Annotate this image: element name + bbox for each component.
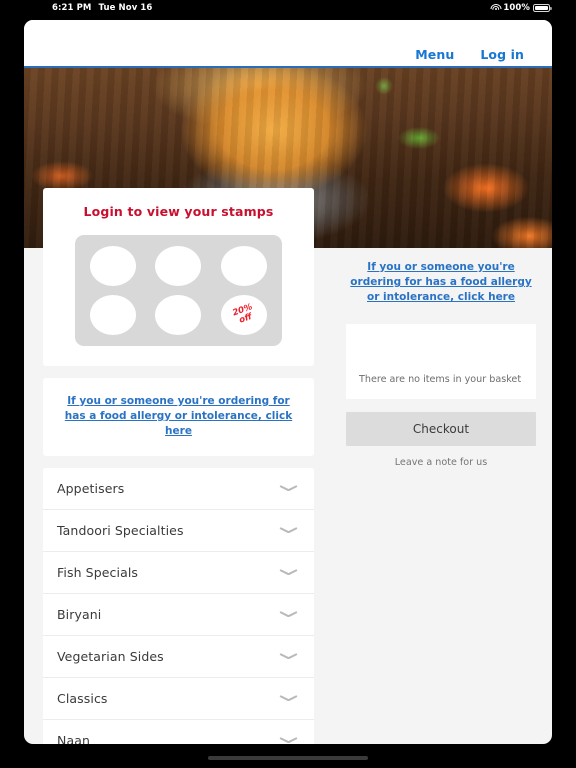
stamp-slot	[221, 246, 268, 286]
status-bar-date: Tue Nov 16	[98, 3, 153, 13]
stamps-grid: 20% off	[75, 235, 282, 346]
category-label: Biryani	[57, 606, 102, 622]
stamps-card: Login to view your stamps 20% off	[43, 188, 314, 366]
stamps-title: Login to view your stamps	[83, 204, 274, 219]
category-label: Fish Specials	[57, 564, 139, 580]
chevron-down-icon[interactable]	[280, 526, 297, 535]
category-row-biryani[interactable]: Biryani	[43, 593, 314, 636]
battery-percent-label: 100%	[503, 3, 530, 13]
allergy-notice-card: If you or someone you're ordering for ha…	[43, 378, 314, 456]
left-column: Login to view your stamps 20% off If you…	[43, 188, 314, 744]
category-row-fish-specials[interactable]: Fish Specials	[43, 551, 314, 594]
battery-full-icon	[533, 4, 552, 12]
site-navbar: Menu Log in	[24, 20, 552, 68]
category-label: Tandoori Specialties	[57, 522, 184, 538]
status-bar: 6:21 PM Tue Nov 16 100%	[0, 0, 576, 16]
menu-category-list: Appetisers Tandoori Specialties Fish Spe…	[43, 467, 314, 744]
stamp-slot	[89, 246, 136, 286]
stamp-slot-reward: 20% off	[221, 295, 268, 335]
nav-menu-link[interactable]: Menu	[415, 47, 454, 62]
home-indicator[interactable]	[208, 756, 368, 760]
status-bar-right: 100%	[490, 3, 552, 13]
chevron-down-icon[interactable]	[280, 484, 297, 493]
reward-badge: 20% off	[231, 302, 257, 326]
reward-line-2: off	[237, 311, 254, 326]
chevron-down-icon[interactable]	[280, 568, 297, 577]
allergy-link[interactable]: If you or someone you're ordering for ha…	[61, 394, 296, 440]
stamp-slot	[89, 295, 136, 335]
leave-note-link[interactable]: Leave a note for us	[346, 457, 536, 468]
nav-login-link[interactable]: Log in	[480, 47, 524, 62]
chevron-down-icon[interactable]	[280, 652, 297, 661]
category-row-vegetarian-sides[interactable]: Vegetarian Sides	[43, 635, 314, 678]
stamp-slot	[155, 246, 202, 286]
basket-panel: There are no items in your basket	[346, 323, 536, 399]
category-row-naan[interactable]: Naan	[43, 719, 314, 744]
category-row-classics[interactable]: Classics	[43, 677, 314, 720]
right-column: If you or someone you're ordering for ha…	[346, 248, 536, 468]
category-row-tandoori-specialties[interactable]: Tandoori Specialties	[43, 509, 314, 552]
chevron-down-icon[interactable]	[280, 736, 297, 744]
basket-empty-message: There are no items in your basket	[359, 373, 522, 385]
category-label: Appetisers	[57, 480, 125, 496]
category-label: Classics	[57, 690, 108, 706]
chevron-down-icon[interactable]	[280, 610, 297, 619]
stamp-slot	[155, 295, 202, 335]
category-label: Vegetarian Sides	[57, 648, 164, 664]
sidebar-allergy-notice: If you or someone you're ordering for ha…	[346, 248, 536, 324]
category-label: Naan	[57, 732, 90, 744]
status-bar-time: 6:21 PM	[52, 3, 92, 13]
checkout-button[interactable]: Checkout	[346, 411, 536, 446]
category-row-appetisers[interactable]: Appetisers	[43, 467, 314, 510]
sidebar-allergy-link[interactable]: If you or someone you're ordering for ha…	[350, 260, 532, 306]
tablet-device: 6:21 PM Tue Nov 16 100% Menu Log in Logi…	[0, 0, 576, 768]
chevron-down-icon[interactable]	[280, 694, 297, 703]
status-bar-left: 6:21 PM Tue Nov 16	[52, 3, 152, 13]
browser-viewport: Menu Log in Login to view your stamps 20…	[24, 20, 552, 744]
wifi-icon	[490, 4, 502, 12]
